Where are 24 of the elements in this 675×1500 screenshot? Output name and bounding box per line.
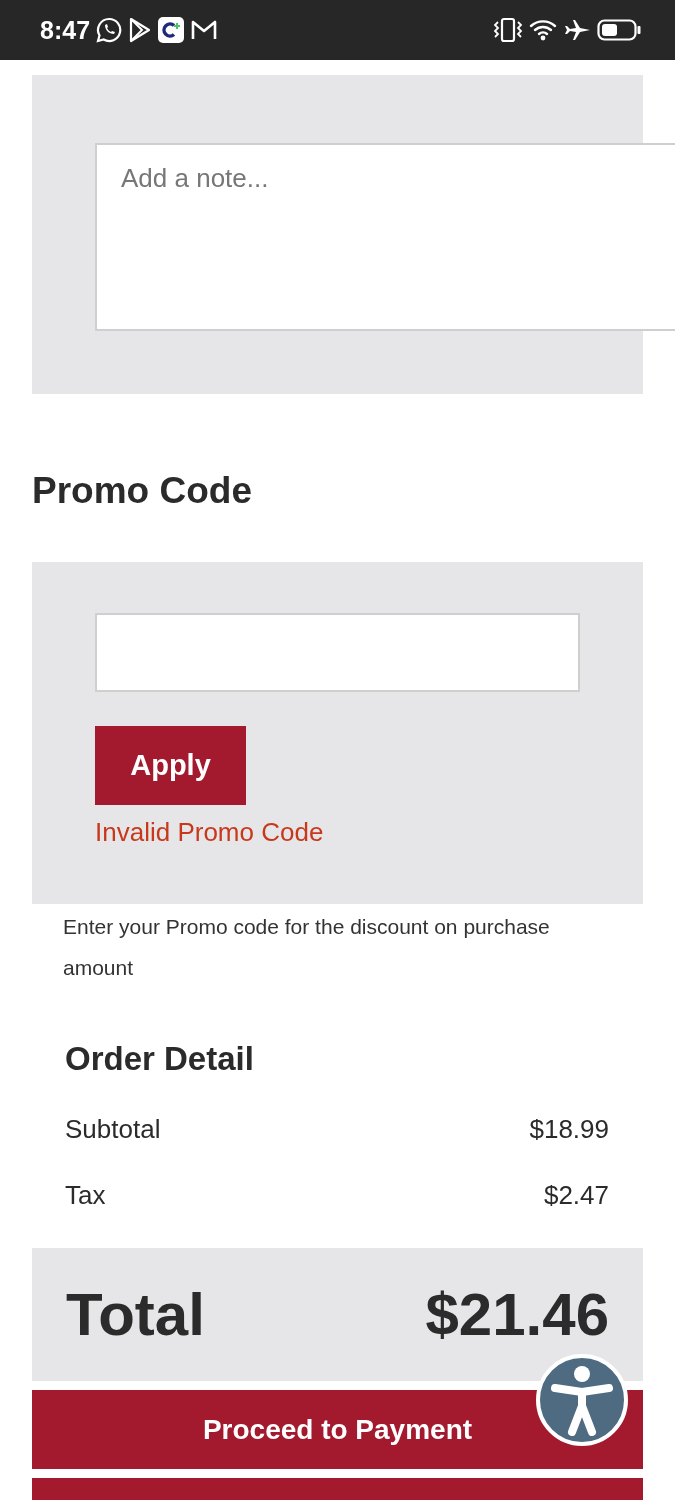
total-amount: $21.46 bbox=[425, 1280, 609, 1349]
section-title: Promo Code bbox=[32, 470, 253, 512]
wifi-icon bbox=[529, 18, 559, 42]
clock: 8:47 bbox=[40, 15, 91, 45]
line-amount: $18.99 bbox=[529, 1113, 609, 1145]
help-text: Enter your Promo code for the discount on purchase amount bbox=[62, 914, 551, 981]
apply-button[interactable]: Apply bbox=[95, 726, 246, 805]
line-amount: $2.47 bbox=[543, 1179, 609, 1211]
total-label: Total bbox=[66, 1280, 205, 1349]
mail-icon bbox=[190, 18, 219, 42]
line-label: Subtotal bbox=[65, 1113, 161, 1145]
proceed-button[interactable]: Proceed to Payment bbox=[32, 1390, 643, 1469]
app-icon bbox=[158, 17, 185, 43]
accessibility-icon bbox=[551, 1364, 613, 1436]
note-field[interactable]: Add a note... bbox=[95, 143, 675, 331]
vibrate-icon bbox=[493, 17, 523, 43]
line-label: Tax bbox=[65, 1179, 106, 1211]
error-message: Invalid Promo Code bbox=[95, 817, 325, 848]
play-icon bbox=[128, 17, 153, 43]
chat-bubble-icon bbox=[96, 17, 123, 43]
airplane-icon bbox=[565, 18, 591, 42]
battery-icon bbox=[597, 18, 641, 42]
section-title: Order Detail bbox=[65, 1040, 255, 1078]
promo-code-field[interactable] bbox=[95, 613, 580, 692]
